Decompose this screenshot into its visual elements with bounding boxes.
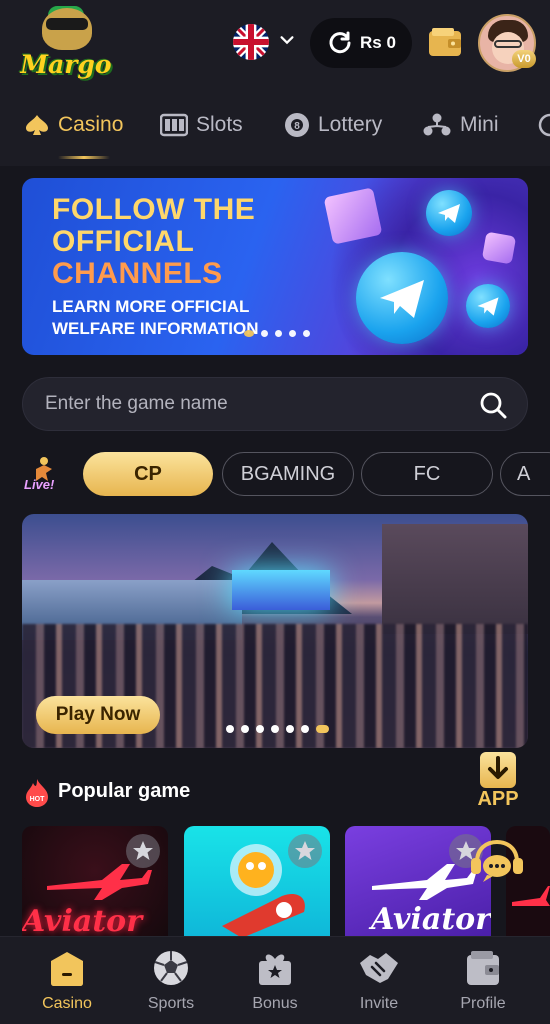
wallet-icon [467, 951, 499, 985]
hero-dot[interactable] [256, 725, 264, 733]
favorite-star-icon[interactable] [126, 834, 160, 868]
app-page: Margo Rs 0 V0 Casino Slots 8 Lottery Min… [0, 0, 550, 1024]
nav-profile[interactable]: Profile [435, 949, 531, 1019]
balance-amount: Rs 0 [360, 33, 396, 52]
banner-dot[interactable] [275, 330, 282, 337]
lottery-ball-icon: 8 [285, 113, 309, 137]
slot-machine-icon [160, 113, 188, 137]
avatar-glasses [494, 40, 522, 48]
category-tabs: Casino Slots 8 Lottery Mini [0, 88, 550, 166]
search-icon[interactable] [479, 391, 507, 419]
telegram-icon [356, 252, 448, 344]
active-tab-indicator [58, 156, 110, 159]
balance-pill[interactable]: Rs 0 [310, 18, 412, 68]
banner-dot[interactable] [289, 330, 296, 337]
banner-subtitle: LEARN MORE OFFICIAL WELFARE INFORMATION [52, 296, 259, 340]
brand-logo[interactable]: Margo [18, 6, 114, 86]
gift-box-icon [481, 231, 517, 265]
vip-badge: V0 [512, 50, 536, 68]
search-input[interactable] [45, 378, 465, 430]
nav-sports[interactable]: Sports [123, 949, 219, 1019]
logo-sunglasses [46, 18, 88, 30]
banner-sub-1: LEARN MORE OFFICIAL [52, 297, 250, 316]
favorite-star-icon[interactable] [288, 834, 322, 868]
tab-lottery-label: Lottery [318, 113, 383, 136]
svg-text:8: 8 [294, 121, 300, 132]
tab-casino-label: Casino [58, 113, 124, 136]
game-card-aviator[interactable]: Aviator [22, 826, 168, 938]
promo-banner[interactable]: FOLLOW THE OFFICIAL CHANNELS LEARN MORE … [22, 178, 528, 355]
tab-slots-label: Slots [196, 113, 243, 136]
tab-slots[interactable]: Slots [160, 110, 243, 140]
featured-game-banner[interactable]: Play Now [22, 514, 528, 748]
hero-dot[interactable] [271, 725, 279, 733]
play-now-button[interactable]: Play Now [36, 696, 160, 734]
hero-dot[interactable] [286, 725, 294, 733]
chevron-down-icon[interactable] [278, 31, 296, 49]
game-title: Aviator [22, 904, 142, 938]
nav-bonus-label: Bonus [252, 995, 298, 1012]
nav-casino-label: Casino [42, 995, 92, 1012]
hero-dot[interactable] [241, 725, 249, 733]
soccer-ball-icon [154, 951, 188, 985]
sports-icon [538, 113, 550, 137]
casino-icon [51, 952, 83, 986]
language-flag-icon[interactable] [233, 24, 269, 60]
bottom-navigation: Casino Sports Bonus Invite Profile [0, 936, 550, 1024]
svg-text:HOT: HOT [30, 796, 46, 803]
section-title: Popular game [58, 780, 191, 802]
game-search [22, 377, 528, 431]
nav-sports-label: Sports [147, 995, 195, 1012]
tab-more-partial[interactable] [538, 110, 550, 140]
tab-lottery[interactable]: 8 Lottery [284, 110, 382, 140]
nav-casino[interactable]: Casino [19, 949, 115, 1019]
spade-icon [26, 115, 48, 135]
banner-line-2: OFFICIAL [52, 225, 195, 258]
logo-text: Margo [20, 50, 112, 79]
banner-pagination [244, 330, 310, 337]
provider-partial[interactable]: A [500, 452, 550, 496]
banner-dot[interactable] [261, 330, 268, 337]
tab-mini-label: Mini [460, 113, 499, 136]
customer-support-icon[interactable] [467, 838, 523, 886]
provider-bgaming[interactable]: BGAMING [222, 452, 354, 496]
telegram-icon [426, 190, 472, 236]
handshake-icon [360, 953, 398, 983]
gift-box-icon [323, 187, 383, 245]
banner-dot[interactable] [244, 330, 254, 337]
banner-line-3: CHANNELS [52, 257, 223, 290]
game-card-rocket[interactable] [184, 826, 330, 938]
top-header: Margo Rs 0 V0 [0, 0, 550, 88]
banner-dot[interactable] [303, 330, 310, 337]
tab-mini[interactable]: Mini [422, 110, 499, 140]
banner-line-1: FOLLOW THE [52, 193, 256, 226]
provider-cp[interactable]: CP [83, 452, 213, 496]
wallet-icon[interactable] [428, 27, 462, 57]
svg-text:Live!: Live! [24, 477, 55, 491]
gift-icon [259, 954, 291, 985]
hero-dot[interactable] [226, 725, 234, 733]
nav-profile-label: Profile [460, 995, 506, 1012]
nav-invite-label: Invite [359, 995, 399, 1012]
hero-buildings [382, 524, 528, 634]
hero-pagination [226, 725, 329, 733]
nav-bonus[interactable]: Bonus [227, 949, 323, 1019]
download-icon [480, 752, 516, 788]
telegram-icon [466, 284, 510, 328]
mini-games-icon [423, 113, 451, 136]
hero-dot[interactable] [316, 725, 329, 733]
download-app-button[interactable]: APP [472, 752, 524, 812]
hero-stage [232, 570, 330, 610]
banner-headline: FOLLOW THE OFFICIAL CHANNELS [52, 194, 255, 290]
tab-casino[interactable]: Casino [24, 110, 123, 140]
app-label: APP [477, 788, 519, 810]
refresh-icon[interactable] [328, 31, 352, 55]
live-casino-icon[interactable]: Live! [22, 455, 62, 491]
hot-fire-icon: HOT [26, 779, 48, 807]
game-title: Aviator [371, 902, 491, 937]
hero-dot[interactable] [301, 725, 309, 733]
nav-invite[interactable]: Invite [331, 949, 427, 1019]
banner-sub-2: WELFARE INFORMATION [52, 319, 259, 338]
provider-fc[interactable]: FC [361, 452, 493, 496]
